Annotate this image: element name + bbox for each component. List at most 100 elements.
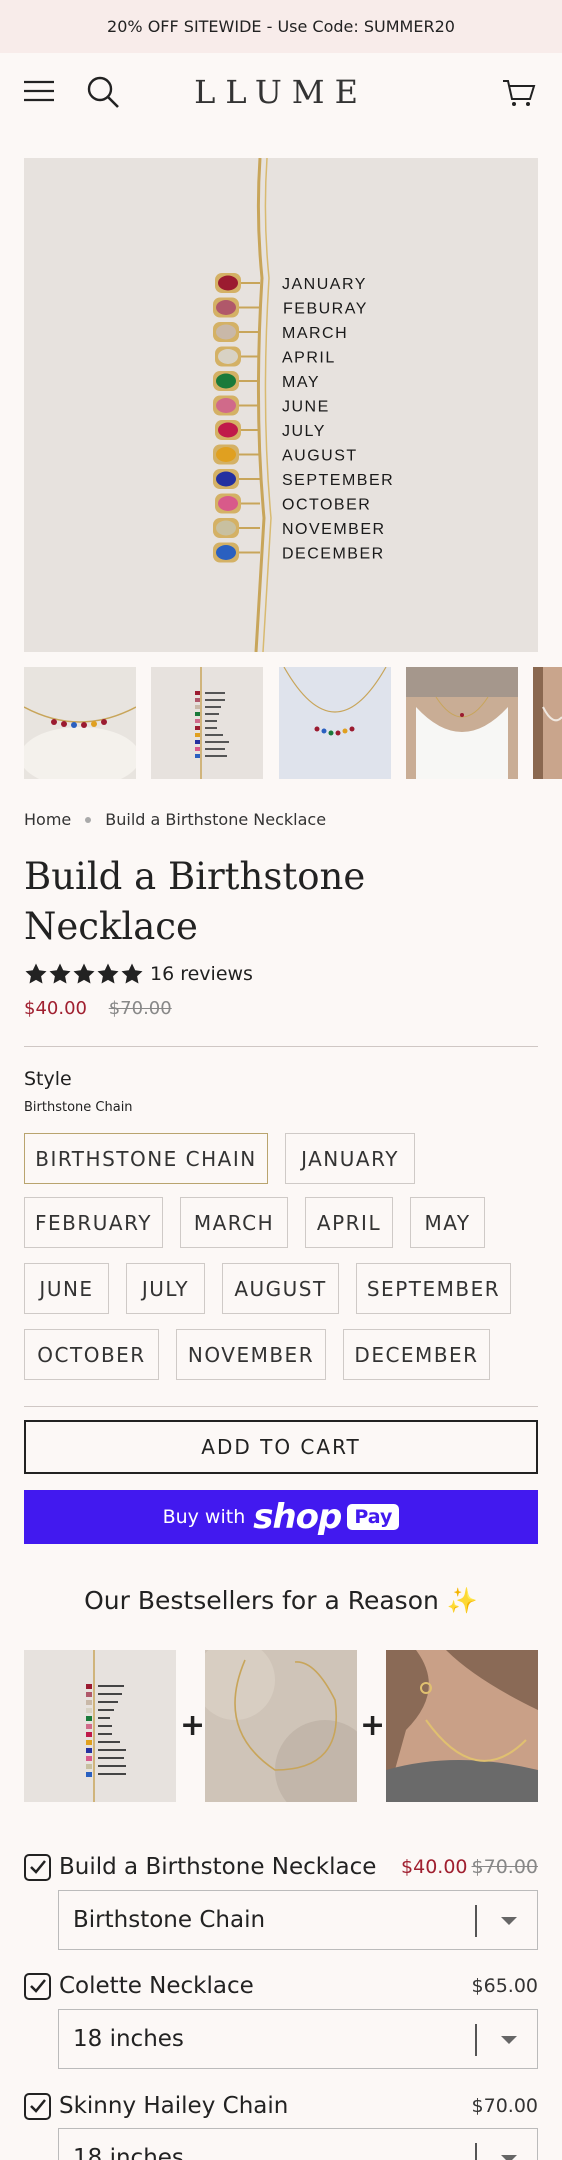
- bundle-variant-select[interactable]: Birthstone Chain: [58, 1890, 538, 1950]
- birthstone: [216, 447, 236, 462]
- bundle-item-name: Colette Necklace: [59, 1973, 254, 1999]
- style-option-birthstone-chain[interactable]: BIRTHSTONE CHAIN: [24, 1133, 268, 1184]
- style-option-may[interactable]: MAY: [410, 1197, 485, 1248]
- checkbox-checked-icon[interactable]: [24, 1972, 51, 2000]
- birthstone: [218, 496, 238, 511]
- style-selected-value: Birthstone Chain: [24, 1100, 133, 1115]
- birthstone: [216, 373, 236, 389]
- style-option-august[interactable]: AUGUST: [222, 1263, 339, 1314]
- style-option-november[interactable]: NOVEMBER: [176, 1329, 326, 1380]
- star-icon: [121, 963, 143, 984]
- style-option-june[interactable]: JUNE: [24, 1263, 109, 1314]
- select-separator: [475, 2143, 477, 2160]
- divider: [24, 1406, 538, 1407]
- style-option-january[interactable]: JANUARY: [285, 1133, 415, 1184]
- star-icon: [97, 963, 119, 984]
- shop-pay-button[interactable]: Buy with shop Pay: [24, 1490, 538, 1544]
- checkbox-checked-icon[interactable]: [24, 2092, 51, 2120]
- style-option-december[interactable]: DECEMBER: [343, 1329, 490, 1380]
- bundle-item-sale-price: $40.00: [401, 1856, 468, 1878]
- checkbox-checked-icon[interactable]: [24, 1853, 51, 1881]
- month-label: JULY: [282, 423, 326, 440]
- style-option-october[interactable]: OCTOBER: [24, 1329, 159, 1380]
- star-icon: [49, 963, 71, 984]
- breadcrumb-separator: [85, 816, 92, 823]
- plus-sign: +: [360, 1708, 386, 1743]
- select-separator: [475, 1905, 477, 1937]
- select-separator: [475, 2024, 477, 2056]
- bestsellers-title: Our Bestsellers for a Reason ✨: [84, 1586, 478, 1615]
- bundle-item-price: $65.00: [471, 1975, 538, 1997]
- bundle-image-skinny-hailey-chain[interactable]: [386, 1650, 538, 1802]
- birthstone: [218, 275, 238, 291]
- bundle-item-colette-necklace: Colette Necklace $65.00: [24, 1971, 538, 2001]
- birthstone: [216, 520, 236, 536]
- month-label: MARCH: [282, 325, 348, 342]
- month-label: FEBURAY: [283, 301, 368, 318]
- thumbnail-3[interactable]: [279, 667, 391, 779]
- breadcrumb-current: Build a Birthstone Necklace: [105, 810, 327, 829]
- bundle-item-birthstone-necklace: Build a Birthstone Necklace $40.00 $70.00: [24, 1852, 538, 1882]
- star-icon: [25, 963, 47, 984]
- thumbnail-2[interactable]: [151, 667, 263, 779]
- month-label: SEPTEMBER: [282, 472, 394, 489]
- month-label: JANUARY: [282, 276, 367, 293]
- style-option-july[interactable]: JULY: [126, 1263, 205, 1314]
- thumbnail-5[interactable]: [533, 667, 562, 779]
- compare-price: $70.00: [108, 998, 172, 1019]
- plus-sign: +: [180, 1708, 206, 1743]
- bundle-item-price: $40.00 $70.00: [401, 1856, 538, 1878]
- product-title: Build a Birthstone Necklace: [24, 855, 366, 948]
- promo-text: 20% OFF SITEWIDE - Use Code: SUMMER20: [107, 17, 455, 36]
- star-rating: [24, 962, 144, 986]
- bundle-variant-value: 18 inches: [73, 2026, 184, 2052]
- product-rating[interactable]: 16 reviews: [24, 962, 253, 986]
- month-label: AUGUST: [282, 448, 358, 465]
- chevron-down-icon: [501, 2155, 517, 2160]
- bundle-image-birthstone-necklace[interactable]: [24, 1650, 176, 1802]
- bundle-item-price: $70.00: [471, 2095, 538, 2117]
- thumbnail-4[interactable]: [406, 667, 518, 779]
- bundle-image-colette-necklace[interactable]: [205, 1650, 357, 1802]
- cart-icon[interactable]: [502, 77, 536, 111]
- bundle-variant-select[interactable]: 18 inches: [58, 2009, 538, 2069]
- product-price: $40.00 $70.00: [24, 998, 172, 1019]
- month-label: JUNE: [282, 399, 330, 416]
- birthstone: [216, 471, 236, 487]
- main-product-image[interactable]: JANUARY FEBURAY MARCH APRIL MAY JUNE JULY AUGUS…: [24, 158, 538, 652]
- bundle-item-compare-price: $70.00: [471, 1856, 538, 1878]
- review-count[interactable]: 16 reviews: [150, 963, 253, 985]
- birthstone: [216, 398, 236, 413]
- birthstone: [216, 300, 236, 315]
- bundle-variant-value: Birthstone Chain: [73, 1907, 266, 1933]
- birthstone: [218, 422, 238, 438]
- shop-logo-text: shop: [253, 1497, 342, 1537]
- chevron-down-icon: [501, 2036, 517, 2044]
- bundle-item-name: Build a Birthstone Necklace: [59, 1854, 377, 1880]
- birthstone: [216, 545, 236, 560]
- month-label: MAY: [282, 374, 320, 391]
- birthstone: [218, 349, 238, 364]
- chevron-down-icon: [501, 1917, 517, 1925]
- style-option-february[interactable]: FEBRUARY: [24, 1197, 163, 1248]
- promo-bar: 20% OFF SITEWIDE - Use Code: SUMMER20: [0, 0, 562, 53]
- style-option-september[interactable]: SEPTEMBER: [356, 1263, 511, 1314]
- breadcrumb-home[interactable]: Home: [24, 810, 71, 829]
- bundle-item-skinny-hailey-chain: Skinny Hailey Chain $70.00: [24, 2091, 538, 2121]
- style-option-march[interactable]: MARCH: [180, 1197, 288, 1248]
- style-label: Style: [24, 1068, 72, 1090]
- month-label: NOVEMBER: [282, 521, 386, 538]
- breadcrumb: Home Build a Birthstone Necklace: [24, 810, 326, 829]
- month-label: DECEMBER: [282, 546, 385, 563]
- add-to-cart-button[interactable]: ADD TO CART: [24, 1420, 538, 1474]
- style-option-april[interactable]: APRIL: [305, 1197, 393, 1248]
- site-header: LLUME: [0, 53, 562, 133]
- brand-logo[interactable]: LLUME: [0, 73, 562, 111]
- birthstone-necklace-illustration: JANUARY FEBURAY MARCH APRIL MAY JUNE JULY AUGUS…: [213, 158, 394, 652]
- thumbnail-1[interactable]: [24, 667, 136, 779]
- month-label: OCTOBER: [282, 497, 371, 514]
- buy-with-label: Buy with: [162, 1506, 246, 1528]
- month-label: APRIL: [282, 350, 336, 367]
- birthstone: [216, 324, 236, 340]
- bundle-variant-select[interactable]: 18 inches: [58, 2128, 538, 2160]
